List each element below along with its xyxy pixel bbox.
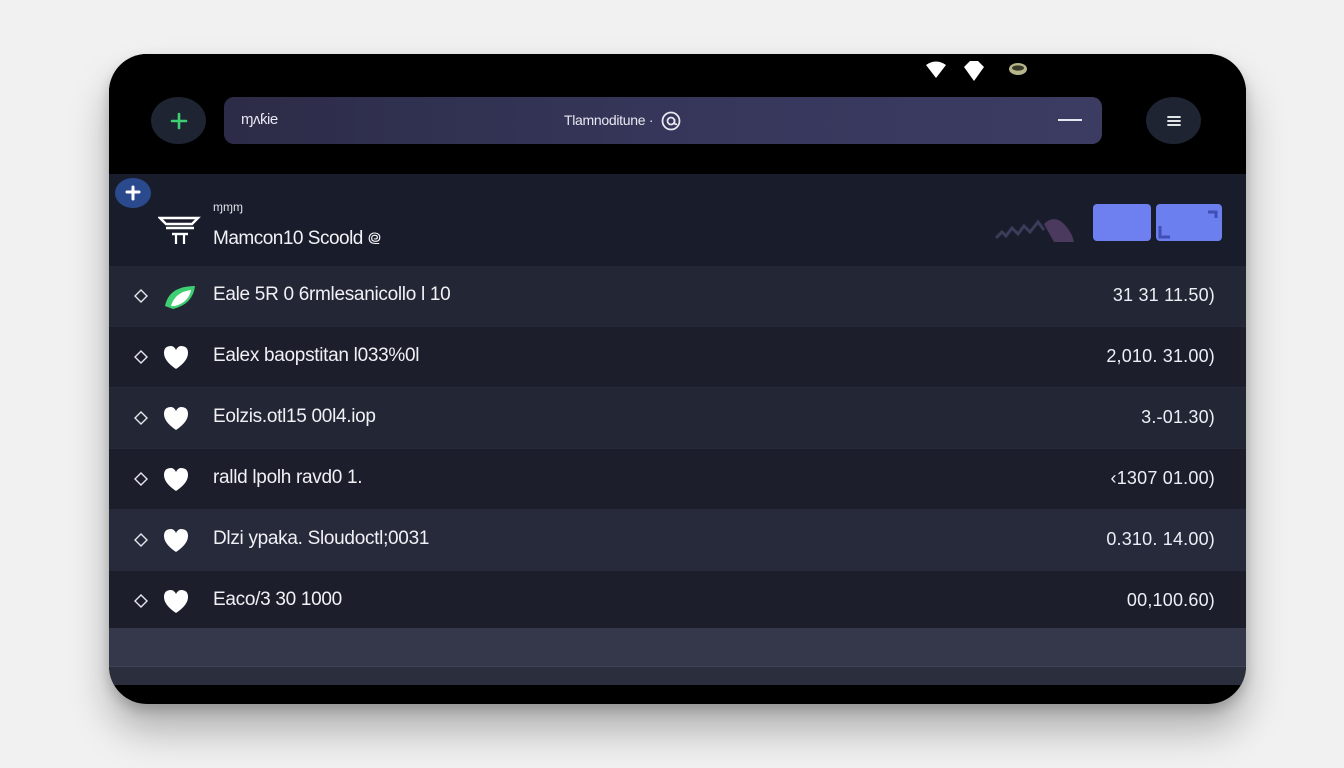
leaf-icon [165,286,195,309]
view-tile-button-alt[interactable] [1156,204,1222,241]
heart-icon [164,529,188,552]
list-item[interactable]: ralld lpolh ravd0 1. ‹1307 01.00) [109,449,1246,510]
item-label: Eolzis.otl15 00l4.iop [213,406,376,427]
header-badge[interactable] [115,178,151,208]
search-bar[interactable]: ɱʌƙie Tlamnoditune · [224,97,1102,144]
at-icon[interactable] [660,110,682,132]
item-label: ralld lpolh ravd0 1. [213,467,363,488]
layers-icon [158,216,201,244]
plus-icon [170,112,187,129]
heart-icon [164,407,188,430]
diamond-bullet-icon [134,472,148,486]
add-button[interactable] [151,97,206,144]
diamond-bullet-icon [134,289,148,303]
heart-icon [164,346,188,369]
item-amount: 3.-01.30) [1141,407,1215,427]
wifi-icon [926,61,946,78]
status-icons [924,60,1034,81]
heart-icon [164,590,188,613]
top-bar: ɱʌƙie Tlamnoditune · [109,54,1246,174]
item-label: Eale 5R 0 6rmlesanicollo l 10 [213,284,451,305]
plus-icon [125,185,141,201]
header-panel: ɱɱɱ Mamcon10 Scoold ᪤ [109,174,1246,266]
diamond-bullet-icon [134,594,148,608]
list-item[interactable]: Dlzi ypaka. Sloudoctl;0031 0.310. 14.00) [109,510,1246,571]
diamond-bullet-icon [134,411,148,425]
heart-icon [164,468,188,491]
search-input-text[interactable]: ɱʌƙie [241,111,278,128]
list-item[interactable]: Eolzis.otl15 00l4.iop 3.-01.30) [109,388,1246,449]
item-label: Dlzi ypaka. Sloudoctl;0031 [213,528,430,549]
minimize-icon[interactable] [1058,119,1082,121]
diamond-bullet-icon [134,533,148,547]
diamond-icon [964,61,984,81]
list-item[interactable]: Eaco/3 30 1000 00,100.60) [109,571,1246,632]
header-subtitle: ɱɱɱ [213,200,243,214]
list-item[interactable]: Eale 5R 0 6rmlesanicollo l 10 31 31 11.5… [109,266,1246,327]
item-amount: 31 31 11.50) [1112,285,1215,305]
view-tile-button[interactable] [1093,204,1151,241]
list-item[interactable]: Ealex baopstitan l033%0l 2,010. 31.00) [109,327,1246,388]
app-window: ɱʌƙie Tlamnoditune · ɱɱɱ Mamcon10 Scoold… [109,54,1246,704]
transaction-list: Eale 5R 0 6rmlesanicollo l 10 31 31 11.5… [109,266,1246,632]
item-amount: 2,010. 31.00) [1106,346,1215,366]
footer-divider [109,666,1246,685]
battery-icon [1009,63,1027,75]
item-amount: 0.310. 14.00) [1106,529,1215,549]
footer-bar [109,628,1246,666]
diamond-bullet-icon [134,350,148,364]
activity-icon [994,219,1074,242]
search-title: Tlamnoditune · [564,112,654,128]
menu-icon [1166,115,1181,126]
menu-button[interactable] [1146,97,1201,144]
item-amount: ‹1307 01.00) [1110,468,1215,488]
item-label: Ealex baopstitan l033%0l [213,345,420,366]
item-label: Eaco/3 30 1000 [213,589,342,610]
item-amount: 00,100.60) [1126,590,1215,610]
header-title: Mamcon10 Scoold ᪤ [213,228,381,249]
corner-icon [1158,210,1218,239]
